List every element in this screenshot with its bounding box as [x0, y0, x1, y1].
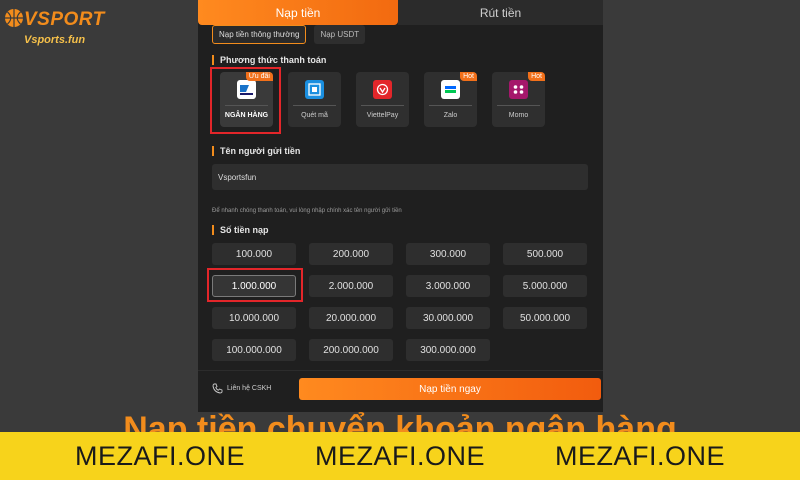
method-tag: Hot — [528, 72, 545, 81]
amount-option[interactable]: 200.000 — [309, 243, 393, 265]
zalopay-icon — [441, 80, 460, 99]
amount-option[interactable]: 50.000.000 — [503, 307, 587, 329]
method-momo[interactable]: Hot Momo — [492, 72, 545, 127]
amount-option[interactable]: 10.000.000 — [212, 307, 296, 329]
amount-option[interactable]: 2.000.000 — [309, 275, 393, 297]
method-viettelpay[interactable]: ViettelPay — [356, 72, 409, 127]
headline-caption: Nạp tiền chuyển khoản ngân hàng — [123, 410, 677, 432]
amount-grid: 100.000 200.000 300.000 500.000 1.000.00… — [212, 243, 587, 361]
amount-option[interactable]: 30.000.000 — [406, 307, 490, 329]
amount-option[interactable]: 5.000.000 — [503, 275, 587, 297]
sender-name-input[interactable] — [212, 164, 588, 190]
amount-option[interactable]: 300.000 — [406, 243, 490, 265]
amount-option[interactable]: 100.000.000 — [212, 339, 296, 361]
subtab-usdt-deposit[interactable]: Nạp USDT — [314, 25, 366, 44]
amount-option[interactable]: 3.000.000 — [406, 275, 490, 297]
qr-scan-icon — [305, 80, 324, 99]
amount-title: Số tiền nạp — [212, 225, 269, 235]
method-label: Momo — [508, 112, 529, 119]
amount-option[interactable]: 300.000.000 — [406, 339, 490, 361]
sender-name-title: Tên người gửi tiền — [212, 146, 300, 156]
tab-bar: Nạp tiền Rút tiền — [198, 0, 603, 25]
support-link[interactable]: Liên hệ CSKH — [212, 383, 271, 394]
momo-icon — [509, 80, 528, 99]
phone-icon — [212, 383, 223, 394]
subtab-normal-deposit[interactable]: Nạp tiền thông thường — [212, 25, 307, 44]
method-label: Zalo — [443, 112, 458, 119]
payment-method-title: Phương thức thanh toán — [212, 55, 326, 65]
highlight-box — [210, 67, 281, 134]
method-label: ViettelPay — [366, 112, 399, 119]
banner-text: MEZAFI.ONE — [74, 440, 245, 471]
watermark-banner: MEZAFI.ONE MEZAFI.ONE MEZAFI.ONE — [0, 432, 800, 480]
amount-option[interactable]: 20.000.000 — [309, 307, 393, 329]
banner-text: MEZAFI.ONE — [554, 440, 725, 471]
tab-withdraw[interactable]: Rút tiền — [398, 0, 603, 25]
tab-deposit[interactable]: Nạp tiền — [198, 0, 398, 25]
submit-deposit-button[interactable]: Nạp tiền ngay — [299, 378, 601, 400]
amount-option[interactable]: 200.000.000 — [309, 339, 393, 361]
footer-divider — [198, 370, 603, 371]
divider — [497, 105, 540, 106]
deposit-type-tabs: Nạp tiền thông thường Nạp USDT — [212, 25, 366, 44]
brand-logo: VSPORT Vsports.fun — [4, 6, 104, 52]
banner-text: MEZAFI.ONE — [314, 440, 485, 471]
divider — [361, 105, 404, 106]
sender-hint: Để nhanh chóng thanh toán, vui lòng nhập… — [212, 208, 402, 214]
deposit-panel: Nạp tiền Rút tiền Nạp tiền thông thường … — [198, 0, 603, 412]
support-label: Liên hệ CSKH — [227, 385, 272, 392]
divider — [429, 105, 472, 106]
method-qr[interactable]: Quét mã — [288, 72, 341, 127]
method-zalopay[interactable]: Hot Zalo — [424, 72, 477, 127]
basketball-icon — [5, 9, 23, 27]
method-tag: Hot — [460, 72, 477, 81]
brand-subtitle: Vsports.fun — [24, 34, 86, 46]
amount-option[interactable]: 500.000 — [503, 243, 587, 265]
divider — [293, 105, 336, 106]
highlight-box — [207, 268, 303, 302]
brand-title: VSPORT — [24, 9, 105, 30]
viettelpay-icon — [373, 80, 392, 99]
method-label: Quét mã — [301, 112, 328, 119]
amount-option[interactable]: 100.000 — [212, 243, 296, 265]
